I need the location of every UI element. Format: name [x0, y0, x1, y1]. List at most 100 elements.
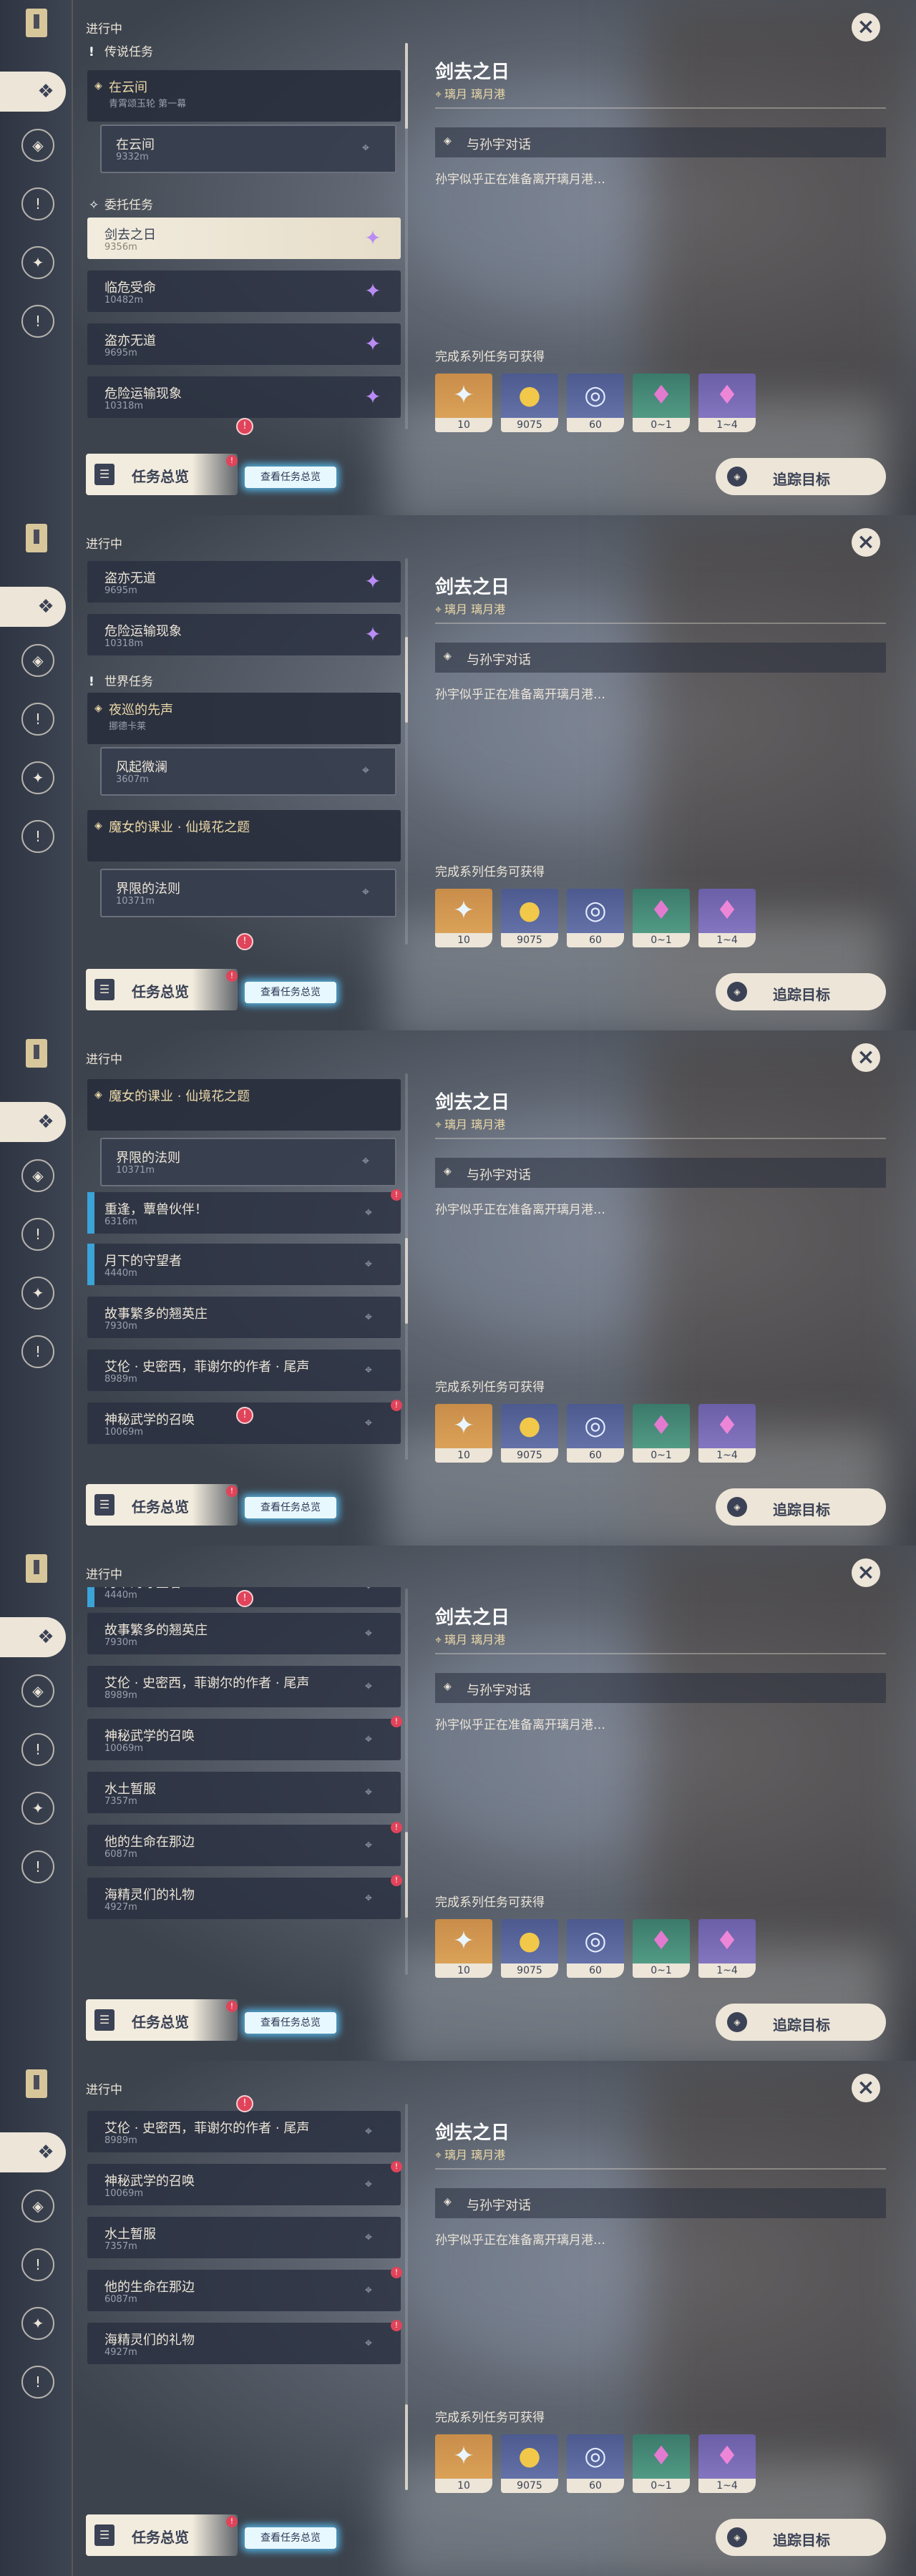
scrollbar[interactable]: [405, 558, 408, 945]
reward-item[interactable]: ✦ 10: [435, 1919, 492, 1978]
rail-tab-legend[interactable]: !: [21, 187, 54, 220]
reward-item[interactable]: ♦ 1~4: [698, 1919, 756, 1978]
reward-item[interactable]: ● 9075: [501, 2434, 558, 2493]
reward-item[interactable]: ♦ 1~4: [698, 2434, 756, 2493]
location-pin-icon[interactable]: ⌖: [362, 763, 369, 778]
close-icon[interactable]: ×: [852, 1558, 880, 1587]
location-pin-icon[interactable]: ⌖: [362, 2230, 375, 2245]
list-item-selected[interactable]: 剑去之日 9356m ✦: [87, 218, 401, 259]
rail-tab-all[interactable]: ❖: [0, 1102, 66, 1142]
scroll-thumb[interactable]: [405, 637, 408, 723]
list-item[interactable]: 故事繁多的翘英庄 7930m ⌖: [87, 1613, 401, 1654]
world-chain[interactable]: ◈ 夜巡的先声 挪德卡莱: [87, 693, 401, 744]
rail-tab-commission[interactable]: ✦: [21, 761, 54, 794]
scroll-thumb[interactable]: [405, 43, 408, 129]
location-pin-icon[interactable]: ⌖: [362, 1785, 375, 1800]
reward-item[interactable]: ♦ 0~1: [633, 889, 690, 947]
view-all-button[interactable]: 查看任务总览: [245, 982, 336, 1003]
rail-tab-archon[interactable]: ◈: [21, 129, 54, 162]
reward-item[interactable]: ● 9075: [501, 1404, 558, 1463]
rail-tab-archon[interactable]: ◈: [21, 644, 54, 677]
list-item[interactable]: 他的生命在那边 6087m ⌖ !: [87, 2267, 402, 2311]
quest-subitem[interactable]: 在云间 9332m ⌖: [100, 125, 396, 173]
list-item[interactable]: 临危受命 10482m ✦: [87, 270, 401, 312]
view-all-button[interactable]: 查看任务总览: [245, 1497, 336, 1518]
location-pin-icon[interactable]: ⌖: [362, 1153, 369, 1169]
list-item[interactable]: 故事繁多的翘英庄 7930m ⌖: [87, 1297, 401, 1338]
location-pin-icon[interactable]: ⌖: [362, 1257, 375, 1272]
rail-tab-world[interactable]: !: [21, 820, 54, 853]
reward-item[interactable]: ♦ 0~1: [633, 2434, 690, 2493]
view-all-button[interactable]: 查看任务总览: [245, 467, 336, 488]
list-item[interactable]: 重逢，蕈兽伙伴！ 6316m ⌖ !: [87, 1189, 402, 1234]
reward-item[interactable]: ♦ 0~1: [633, 1404, 690, 1463]
rail-tab-archon[interactable]: ◈: [21, 2190, 54, 2223]
scroll-thumb[interactable]: [405, 1832, 408, 1918]
scrollbar[interactable]: [405, 2104, 408, 2490]
list-item[interactable]: 盗亦无道 9695m ✦: [87, 561, 401, 602]
close-icon[interactable]: ×: [852, 13, 880, 42]
reward-item[interactable]: ● 9075: [501, 889, 558, 947]
reward-item[interactable]: ● 9075: [501, 374, 558, 432]
rail-tab-all[interactable]: ❖: [0, 72, 66, 112]
reward-item[interactable]: ◎ 60: [567, 1919, 624, 1978]
location-pin-icon[interactable]: ⌖: [362, 2336, 375, 2351]
track-button[interactable]: ◈ 追踪目标: [716, 2519, 886, 2556]
list-item[interactable]: 神秘武学的召唤 10069m ⌖ !: [87, 2161, 402, 2205]
reward-item[interactable]: ♦ 1~4: [698, 374, 756, 432]
location-pin-icon[interactable]: ⌖: [362, 140, 369, 155]
location-pin-icon[interactable]: ⌖: [362, 1679, 375, 1694]
rail-tab-world[interactable]: !: [21, 1850, 54, 1883]
reward-item[interactable]: ◎ 60: [567, 2434, 624, 2493]
location-pin-icon[interactable]: ⌖: [362, 2124, 375, 2140]
location-pin-icon[interactable]: ⌖: [362, 1587, 375, 1594]
close-icon[interactable]: ×: [852, 1043, 880, 1072]
list-item[interactable]: 水土暂服 7357m ⌖: [87, 2217, 401, 2258]
list-item[interactable]: 海精灵们的礼物 4927m ⌖ !: [87, 2320, 402, 2364]
rail-tab-commission[interactable]: ✦: [21, 1792, 54, 1825]
rail-tab-commission[interactable]: ✦: [21, 246, 54, 279]
overview-button[interactable]: ☰ 任务总览 !: [86, 1484, 238, 1526]
rail-tab-all[interactable]: ❖: [0, 587, 66, 627]
track-button[interactable]: ◈ 追踪目标: [716, 458, 886, 495]
view-all-button[interactable]: 查看任务总览: [245, 2527, 336, 2549]
location-pin-icon[interactable]: ⌖: [362, 1205, 375, 1221]
list-item[interactable]: 危险运输现象 10318m ✦: [87, 614, 401, 655]
reward-item[interactable]: ◎ 60: [567, 374, 624, 432]
scrollbar[interactable]: [405, 1589, 408, 1975]
reward-item[interactable]: ✦ 10: [435, 374, 492, 432]
world-chain[interactable]: ◈ 魔女的课业 · 仙境花之题: [87, 810, 401, 862]
location-pin-icon[interactable]: ⌖: [362, 1838, 375, 1853]
rail-tab-legend[interactable]: !: [21, 2248, 54, 2281]
location-pin-icon[interactable]: ⌖: [362, 1362, 375, 1378]
track-button[interactable]: ◈ 追踪目标: [716, 2004, 886, 2041]
list-item[interactable]: 月下的守望者 4440m ⌖: [87, 1244, 401, 1285]
overview-button[interactable]: ☰ 任务总览 !: [86, 454, 238, 495]
rail-tab-all[interactable]: ❖: [0, 1617, 66, 1657]
location-pin-icon[interactable]: ⌖: [362, 2177, 375, 2192]
close-icon[interactable]: ×: [852, 528, 880, 557]
rail-tab-world[interactable]: !: [21, 1335, 54, 1368]
quest-subitem[interactable]: 界限的法则 10371m ⌖: [100, 1138, 396, 1186]
quest-subitem[interactable]: 风起微澜 3607m ⌖: [100, 747, 396, 796]
rail-tab-world[interactable]: !: [21, 305, 54, 338]
location-pin-icon[interactable]: ⌖: [362, 2283, 375, 2298]
list-item[interactable]: 神秘武学的召唤 10069m ⌖ !: [87, 1716, 402, 1760]
list-item[interactable]: 海精灵们的礼物 4927m ⌖ !: [87, 1875, 402, 1919]
reward-item[interactable]: ♦ 1~4: [698, 889, 756, 947]
scrollbar[interactable]: [405, 43, 408, 429]
reward-item[interactable]: ✦ 10: [435, 2434, 492, 2493]
rail-tab-archon[interactable]: ◈: [21, 1159, 54, 1192]
list-item[interactable]: 艾伦 · 史密西，菲谢尔的作者 · 尾声 8989m ⌖: [87, 2111, 401, 2152]
reward-item[interactable]: ♦ 0~1: [633, 1919, 690, 1978]
world-chain[interactable]: ◈ 魔女的课业 · 仙境花之题: [87, 1079, 401, 1131]
track-button[interactable]: ◈ 追踪目标: [716, 973, 886, 1010]
list-item[interactable]: 艾伦 · 史密西，菲谢尔的作者 · 尾声 8989m ⌖: [87, 1350, 401, 1391]
list-item[interactable]: 水土暂服 7357m ⌖: [87, 1772, 401, 1813]
scroll-thumb[interactable]: [405, 2404, 408, 2490]
scroll-thumb[interactable]: [405, 1238, 408, 1324]
rail-tab-legend[interactable]: !: [21, 1733, 54, 1766]
reward-item[interactable]: ♦ 0~1: [633, 374, 690, 432]
reward-item[interactable]: ♦ 1~4: [698, 1404, 756, 1463]
list-item[interactable]: 他的生命在那边 6087m ⌖ !: [87, 1822, 402, 1866]
